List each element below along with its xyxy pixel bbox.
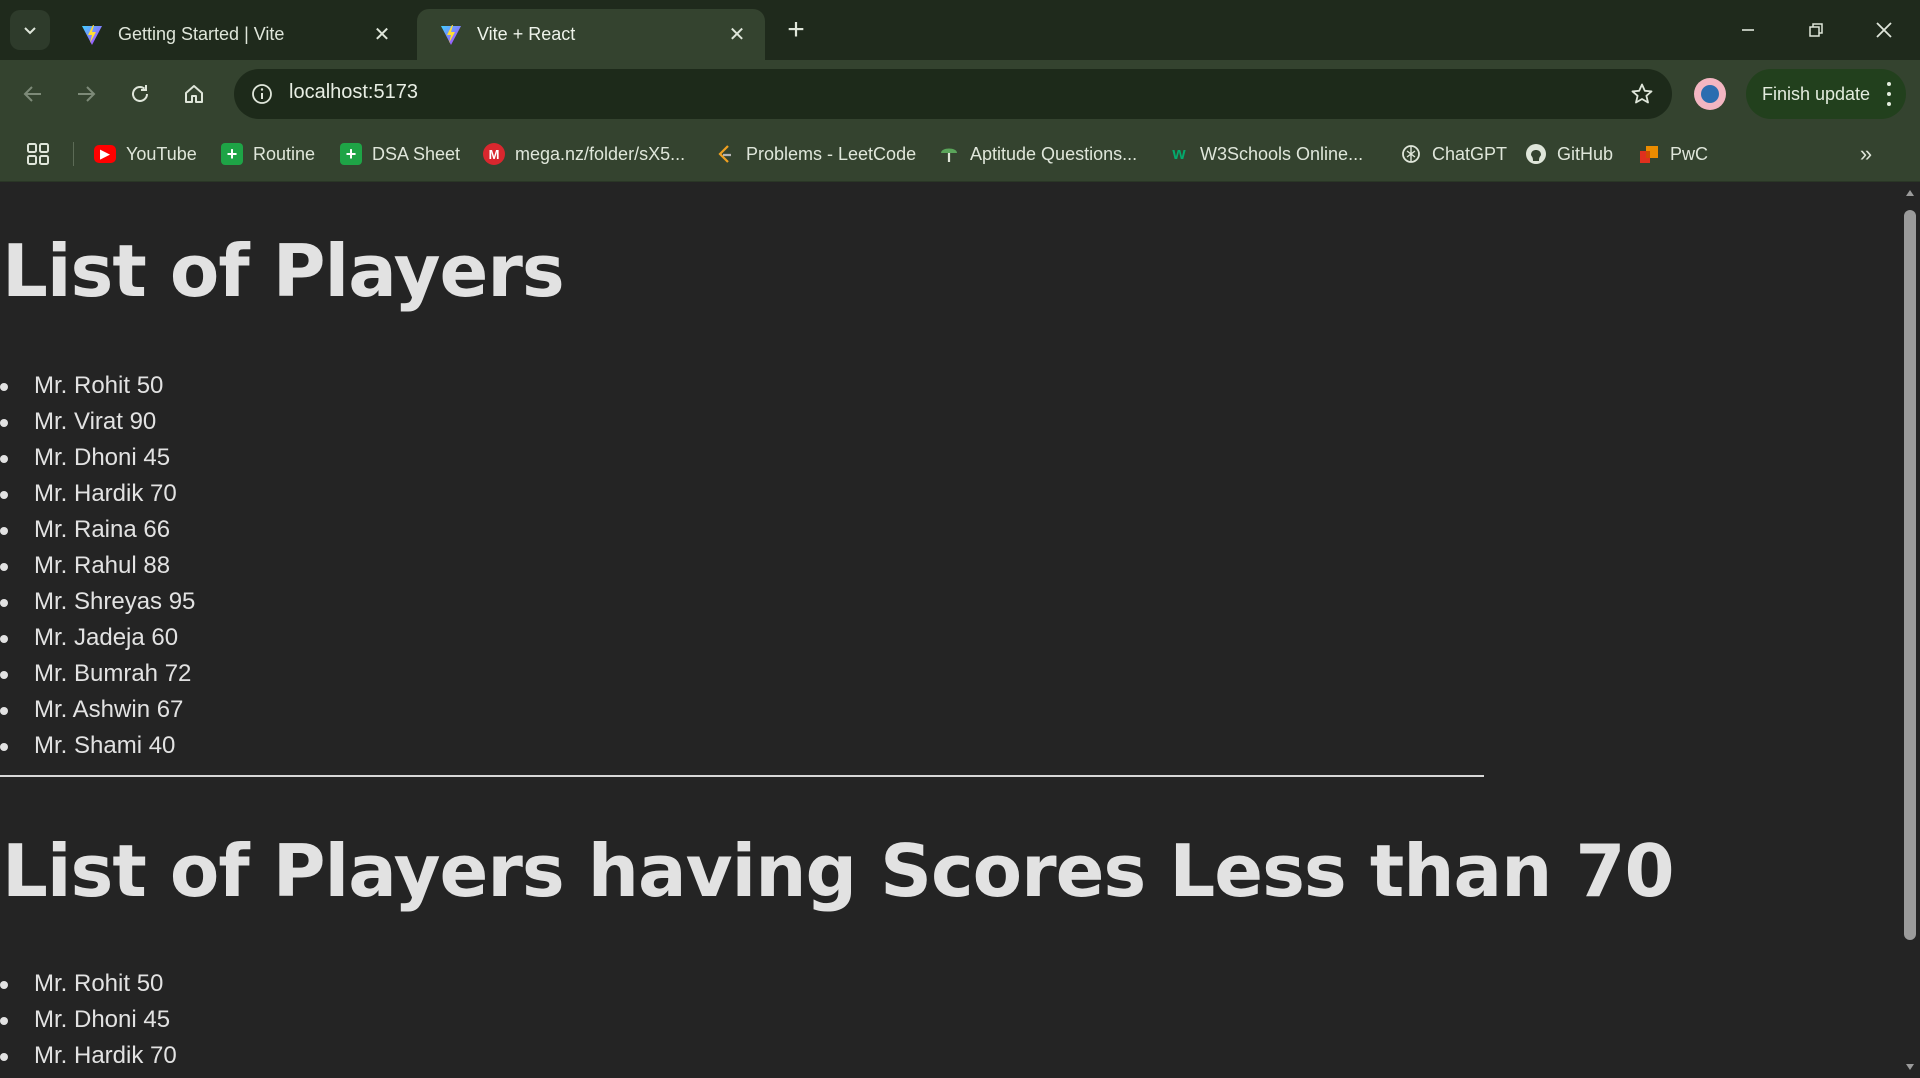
minimize-icon <box>1742 29 1754 31</box>
bookmark-routine[interactable]: + Routine <box>221 140 315 168</box>
bookmark-label: DSA Sheet <box>372 143 461 164</box>
bookmark-pwc[interactable]: PwC <box>1638 140 1708 168</box>
scroll-down-arrow-icon[interactable] <box>1905 1062 1915 1072</box>
bookmark-mega[interactable]: M mega.nz/folder/sX5... <box>483 140 685 168</box>
back-button[interactable] <box>13 74 53 114</box>
bookmark-label: PwC <box>1670 143 1709 164</box>
sheets-icon: + <box>221 143 243 165</box>
heading-all-players: List of Players <box>2 229 565 313</box>
pwc-icon <box>1640 146 1658 163</box>
arrow-right-icon <box>78 86 96 102</box>
bookmarks-divider <box>73 142 74 166</box>
restore-icon <box>1809 23 1823 37</box>
tab-strip: Getting Started | Vite ✕ Vite + React ✕ … <box>0 0 1920 60</box>
finish-update-button[interactable]: Finish update <box>1746 69 1906 119</box>
github-icon <box>1526 144 1546 164</box>
bookmark-youtube[interactable]: ▶ YouTube <box>94 140 197 168</box>
browser-toolbar: localhost:5173 Finish update <box>0 60 1920 128</box>
info-icon <box>252 84 272 104</box>
list-item: Mr. Ashwin 67 <box>0 692 195 728</box>
close-icon <box>1876 22 1892 38</box>
finish-update-label: Finish update <box>1762 83 1871 104</box>
bookmark-leetcode[interactable]: Problems - LeetCode <box>714 140 916 168</box>
bookmark-label: GitHub <box>1557 143 1614 164</box>
minimize-button[interactable] <box>1726 8 1770 52</box>
profile-avatar[interactable] <box>1694 78 1726 110</box>
list-item: Mr. Hardik 70 <box>0 1038 177 1074</box>
bookmark-dsa-sheet[interactable]: + DSA Sheet <box>340 140 460 168</box>
chatgpt-icon <box>1402 145 1420 163</box>
scroll-up-arrow-icon[interactable] <box>1905 188 1915 198</box>
bookmarks-bar: ▶ YouTube + Routine + DSA Sheet M mega.n… <box>0 128 1920 182</box>
list-item: Mr. Shami 40 <box>0 728 195 764</box>
list-item: Mr. Dhoni 45 <box>0 1002 177 1038</box>
indiabix-icon <box>941 148 957 162</box>
sheets-icon: + <box>340 143 362 165</box>
apps-grid-icon[interactable] <box>26 142 50 166</box>
bookmark-w3schools[interactable]: w W3Schools Online... <box>1168 140 1363 168</box>
double-chevron-right-icon: » <box>1859 141 1873 166</box>
bookmark-label: mega.nz/folder/sX5... <box>515 143 686 164</box>
tab-vite-react[interactable]: Vite + React ✕ <box>417 9 765 60</box>
browser-chrome: Getting Started | Vite ✕ Vite + React ✕ … <box>0 0 1920 182</box>
list-item: Mr. Virat 90 <box>0 404 195 440</box>
list-item: Mr. Shreyas 95 <box>0 584 195 620</box>
bookmark-label: ChatGPT <box>1432 143 1508 164</box>
tab-getting-started[interactable]: Getting Started | Vite ✕ <box>58 9 410 60</box>
list-item: Mr. Hardik 70 <box>0 476 195 512</box>
reload-icon <box>132 85 148 102</box>
chevron-down-icon <box>24 27 36 35</box>
heading-filtered-players: List of Players having Scores Less than … <box>2 829 1675 913</box>
more-vert-icon <box>1886 82 1892 106</box>
page-content: List of Players Mr. Rohit 50 Mr. Virat 9… <box>0 182 1900 1078</box>
tab-title: Getting Started | Vite <box>118 24 285 44</box>
scrollbar-thumb[interactable] <box>1904 210 1916 940</box>
restore-button[interactable] <box>1794 8 1838 52</box>
bookmarks-overflow-button[interactable]: » <box>1852 140 1880 168</box>
tab-title: Vite + React <box>477 24 576 44</box>
bookmark-star-button[interactable] <box>1628 80 1656 108</box>
list-item: Mr. Rohit 50 <box>0 368 195 404</box>
tab-search-button[interactable] <box>10 10 50 50</box>
bookmark-aptitude[interactable]: Aptitude Questions... <box>938 140 1137 168</box>
filtered-players-list: Mr. Rohit 50 Mr. Dhoni 45 Mr. Hardik 70 <box>0 966 177 1074</box>
vite-icon <box>82 24 102 45</box>
address-bar[interactable]: localhost:5173 <box>234 69 1672 119</box>
list-item: Mr. Jadeja 60 <box>0 620 195 656</box>
players-list: Mr. Rohit 50 Mr. Virat 90 Mr. Dhoni 45 M… <box>0 368 195 764</box>
bookmark-label: Routine <box>253 143 316 164</box>
bookmark-label: W3Schools Online... <box>1200 143 1364 164</box>
close-window-button[interactable] <box>1862 8 1906 52</box>
list-item: Mr. Raina 66 <box>0 512 195 548</box>
w3schools-icon: w <box>1172 144 1186 163</box>
vite-icon <box>441 24 461 45</box>
avatar-icon <box>1701 85 1719 103</box>
list-item: Mr. Bumrah 72 <box>0 656 195 692</box>
home-button[interactable] <box>174 74 214 114</box>
reload-button[interactable] <box>120 74 160 114</box>
star-icon <box>1631 83 1653 104</box>
bookmark-github[interactable]: GitHub <box>1525 140 1613 168</box>
bookmark-label: Aptitude Questions... <box>970 143 1138 164</box>
bookmark-label: YouTube <box>126 143 197 164</box>
new-tab-button[interactable]: + <box>780 14 812 46</box>
arrow-left-icon <box>23 86 41 102</box>
vertical-scrollbar[interactable] <box>1900 182 1920 1078</box>
close-tab-icon[interactable]: ✕ <box>725 23 749 47</box>
site-info-button[interactable] <box>246 78 278 110</box>
home-icon <box>185 85 203 103</box>
youtube-icon: ▶ <box>94 145 116 163</box>
list-item: Mr. Dhoni 45 <box>0 440 195 476</box>
list-item: Mr. Rahul 88 <box>0 548 195 584</box>
forward-button[interactable] <box>66 74 106 114</box>
leetcode-icon <box>718 145 731 163</box>
bookmark-chatgpt[interactable]: ChatGPT <box>1400 140 1507 168</box>
mega-icon: M <box>483 143 505 165</box>
horizontal-rule <box>0 775 1484 777</box>
list-item: Mr. Rohit 50 <box>0 966 177 1002</box>
bookmark-label: Problems - LeetCode <box>746 143 917 164</box>
address-text[interactable]: localhost:5173 <box>289 81 418 104</box>
close-tab-icon[interactable]: ✕ <box>370 23 394 47</box>
